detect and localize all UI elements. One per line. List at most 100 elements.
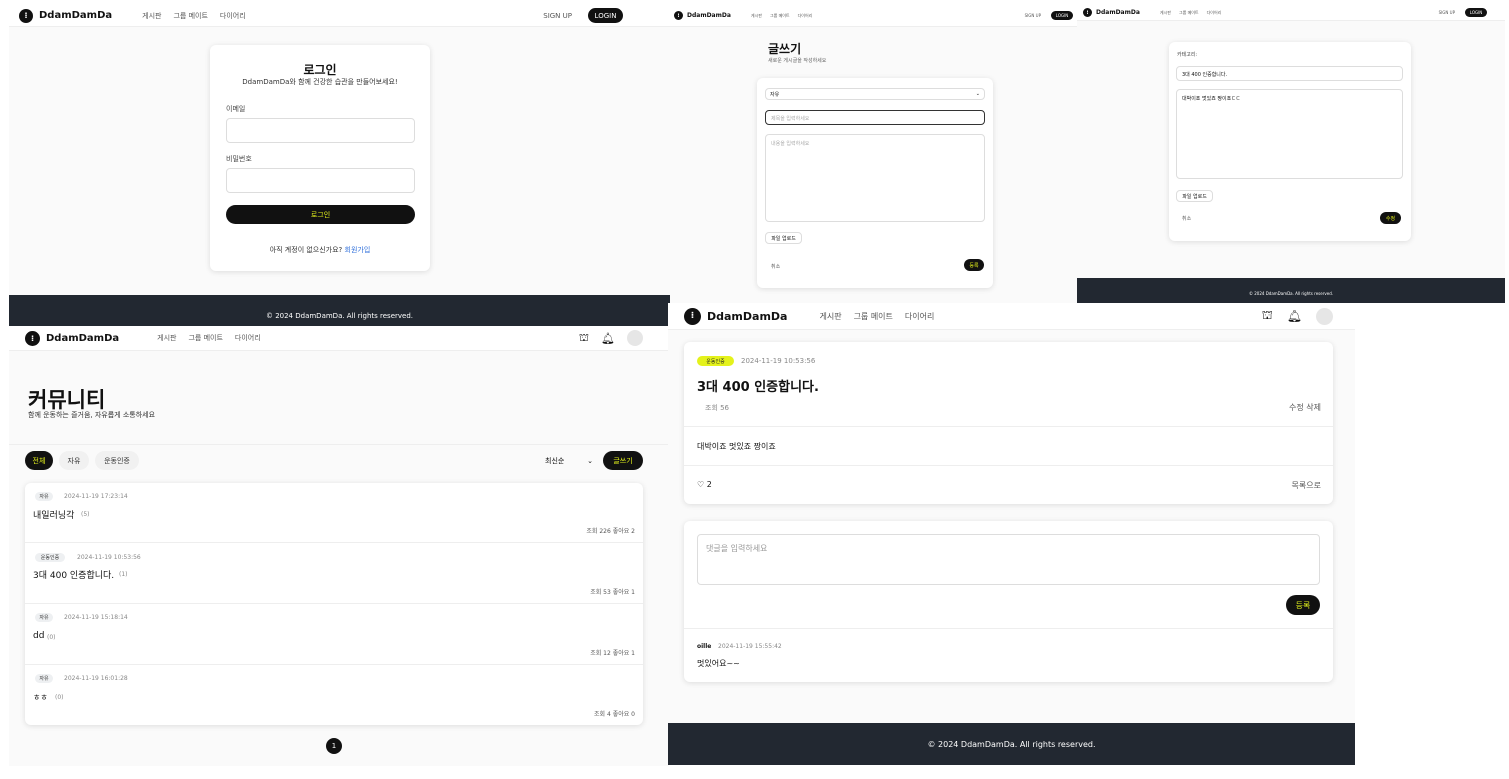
tab-workout-proof[interactable]: 운동인증 — [95, 451, 139, 470]
chevron-down-icon: ⌄ — [587, 457, 593, 465]
nav-group[interactable]: 그룹 메이트 — [770, 13, 790, 19]
divider — [9, 444, 669, 445]
group-icon[interactable]: ⛫ — [579, 331, 589, 346]
nav-diary[interactable]: 다이어리 — [220, 11, 246, 21]
nav-diary[interactable]: 다이어리 — [235, 333, 261, 343]
header: ⁝ DdamDamDa 게시판 그룹 메이트 다이어리 SIGN UP LOGI… — [1077, 5, 1505, 21]
nav-diary[interactable]: 다이어리 — [905, 311, 934, 322]
nav-board[interactable]: 게시판 — [157, 333, 176, 343]
brand-logo[interactable]: ⁝ DdamDamDa — [1083, 8, 1140, 17]
nav-group[interactable]: 그룹 메이트 — [854, 311, 893, 322]
footer-text: © 2024 DdamDamDa. All rights reserved. — [927, 739, 1096, 749]
password-field[interactable] — [226, 168, 415, 193]
comment-submit-button[interactable]: 등록 — [1286, 595, 1320, 615]
update-button[interactable]: 수정 — [1380, 212, 1401, 224]
submit-button[interactable]: 등록 — [964, 259, 984, 271]
content-textarea[interactable]: 내용을 입력하세요 — [765, 134, 985, 222]
post-content: 대박이죠 멋있죠 짱이죠 — [697, 442, 776, 451]
signup-link[interactable]: SIGN UP — [1439, 10, 1455, 15]
login-button[interactable]: LOGIN — [588, 8, 623, 23]
back-to-list-button[interactable]: 목록으로 — [1292, 480, 1321, 491]
login-panel: ⁝ DdamDamDa 게시판 그룹 메이트 다이어리 SIGN UP LOGI… — [9, 5, 670, 326]
comment-input[interactable]: 댓글을 입력하세요 — [697, 534, 1320, 585]
brand-logo[interactable]: ⁝ DdamDamDa — [25, 330, 120, 346]
file-upload-button[interactable]: 파일 업로드 — [765, 232, 802, 244]
brand-name: DdamDamDa — [46, 332, 120, 344]
signup-link[interactable]: SIGN UP — [543, 12, 572, 20]
avatar[interactable] — [627, 330, 643, 346]
category-badge: 자유 — [35, 674, 53, 683]
brand-logo[interactable]: ⁝ DdamDamDa — [19, 8, 113, 23]
category-badge: 운동인증 — [35, 553, 65, 562]
write-button[interactable]: 글쓰기 — [603, 451, 643, 470]
nav-board[interactable]: 게시판 — [1160, 10, 1171, 16]
login-button[interactable]: LOGIN — [1465, 8, 1487, 17]
nav-board[interactable]: 게시판 — [751, 13, 762, 19]
list-item[interactable]: 자유 2024-11-19 15:18:14 dd (0) 조회 12 좋아요 … — [25, 604, 643, 665]
brand-name: DdamDamDa — [39, 10, 113, 21]
post-list: 자유 2024-11-19 17:23:14 내일러닝각 (5) 조회 226 … — [25, 483, 643, 725]
post-title: dd — [33, 631, 45, 641]
bell-icon[interactable]: 🔔︎ — [1287, 309, 1302, 323]
bell-icon[interactable]: 🔔︎ — [601, 332, 615, 345]
brand-logo[interactable]: ⁝ DdamDamDa — [684, 307, 788, 325]
file-upload-button[interactable]: 파일 업로드 — [1176, 190, 1213, 202]
post-card: 운동인증 2024-11-19 10:53:56 3대 400 인증합니다. 조… — [684, 342, 1333, 504]
login-button[interactable]: LOGIN — [1051, 11, 1073, 20]
signup-link-inline[interactable]: 회원가입 — [345, 246, 371, 254]
sprout-logo-icon: ⁝ — [684, 307, 701, 325]
view-count: 조회 4 — [594, 711, 611, 718]
email-field[interactable] — [226, 118, 415, 143]
header: ⁝ DdamDamDa 게시판 그룹 메이트 다이어리 SIGN UP LOGI… — [670, 5, 1077, 27]
header: ⁝ DdamDamDa 게시판 그룹 메이트 다이어리 ⛫ 🔔︎ — [9, 326, 669, 351]
post-date: 2024-11-19 10:53:56 — [741, 357, 816, 365]
sprout-logo-icon: ⁝ — [19, 8, 33, 23]
list-item[interactable]: 자유 2024-11-19 16:01:28 ㅎㅎ (0) 조회 4 좋아요 0 — [25, 665, 643, 725]
tab-all[interactable]: 전체 — [25, 451, 53, 470]
login-submit-button[interactable]: 로그인 — [226, 205, 415, 224]
write-panel: ⁝ DdamDamDa 게시판 그룹 메이트 다이어리 SIGN UP LOGI… — [670, 5, 1077, 303]
login-card: 로그인 DdamDamDa와 함께 건강한 습관을 만들어보세요! 이메일 비밀… — [210, 45, 430, 271]
write-card: 자유 ⌄ 제목을 입력하세요 내용을 입력하세요 파일 업로드 취소 등록 — [757, 78, 993, 288]
brand-name: DdamDamDa — [687, 12, 731, 19]
password-label: 비밀번호 — [226, 155, 252, 163]
post-date: 2024-11-19 15:18:14 — [64, 614, 128, 621]
brand-logo[interactable]: ⁝ DdamDamDa — [674, 11, 731, 20]
like-count: 좋아요 0 — [612, 711, 635, 718]
nav-diary[interactable]: 다이어리 — [798, 13, 813, 19]
content-textarea[interactable]: 대박이죠 멋있죠 짱이죠ㄷㄷ — [1176, 89, 1403, 179]
page-1-button[interactable]: 1 — [326, 738, 342, 754]
nav-diary[interactable]: 다이어리 — [1207, 10, 1222, 16]
divider — [684, 465, 1333, 466]
nav-group[interactable]: 그룹 메이트 — [188, 333, 222, 343]
nav-group[interactable]: 그룹 메이트 — [1179, 10, 1199, 16]
heart-icon: ♡ — [697, 480, 705, 489]
post-actions: 수정 삭제 — [1289, 402, 1321, 413]
sort-select[interactable]: 최신순 ⌄ — [541, 453, 597, 469]
group-icon[interactable]: ⛫ — [1262, 308, 1273, 324]
comment-text: 멋있어요~~ — [697, 659, 740, 668]
title-input[interactable]: 제목을 입력하세요 — [765, 110, 985, 125]
footer: © 2024 DdamDamDa. All rights reserved. — [668, 723, 1355, 765]
post-stats: 조회 12 좋아요 1 — [590, 648, 635, 657]
post-stats: 조회 53 좋아요 1 — [590, 587, 635, 596]
signup-link[interactable]: SIGN UP — [1025, 13, 1041, 18]
delete-button[interactable]: 삭제 — [1306, 403, 1321, 412]
category-select[interactable]: 자유 ⌄ — [765, 88, 985, 100]
list-item[interactable]: 운동인증 2024-11-19 10:53:56 3대 400 인증합니다. (… — [25, 543, 643, 604]
edit-button[interactable]: 수정 — [1289, 403, 1304, 412]
brand-name: DdamDamDa — [707, 309, 788, 323]
nav-group[interactable]: 그룹 메이트 — [173, 11, 207, 21]
nav-board[interactable]: 게시판 — [819, 311, 841, 322]
tab-free[interactable]: 자유 — [59, 451, 89, 470]
post-title: 3대 400 인증합니다. — [697, 380, 819, 395]
list-item[interactable]: 자유 2024-11-19 17:23:14 내일러닝각 (5) 조회 226 … — [25, 483, 643, 543]
nav-board[interactable]: 게시판 — [142, 11, 161, 21]
like-button[interactable]: ♡ 2 — [697, 480, 712, 489]
cancel-button[interactable]: 취소 — [1182, 215, 1191, 222]
edit-panel: ⁝ DdamDamDa 게시판 그룹 메이트 다이어리 SIGN UP LOGI… — [1077, 5, 1505, 303]
avatar[interactable] — [1316, 307, 1333, 325]
post-stats: 조회 4 좋아요 0 — [594, 709, 635, 718]
title-input[interactable]: 3대 400 인증합니다. — [1176, 66, 1403, 81]
cancel-button[interactable]: 취소 — [771, 263, 780, 270]
